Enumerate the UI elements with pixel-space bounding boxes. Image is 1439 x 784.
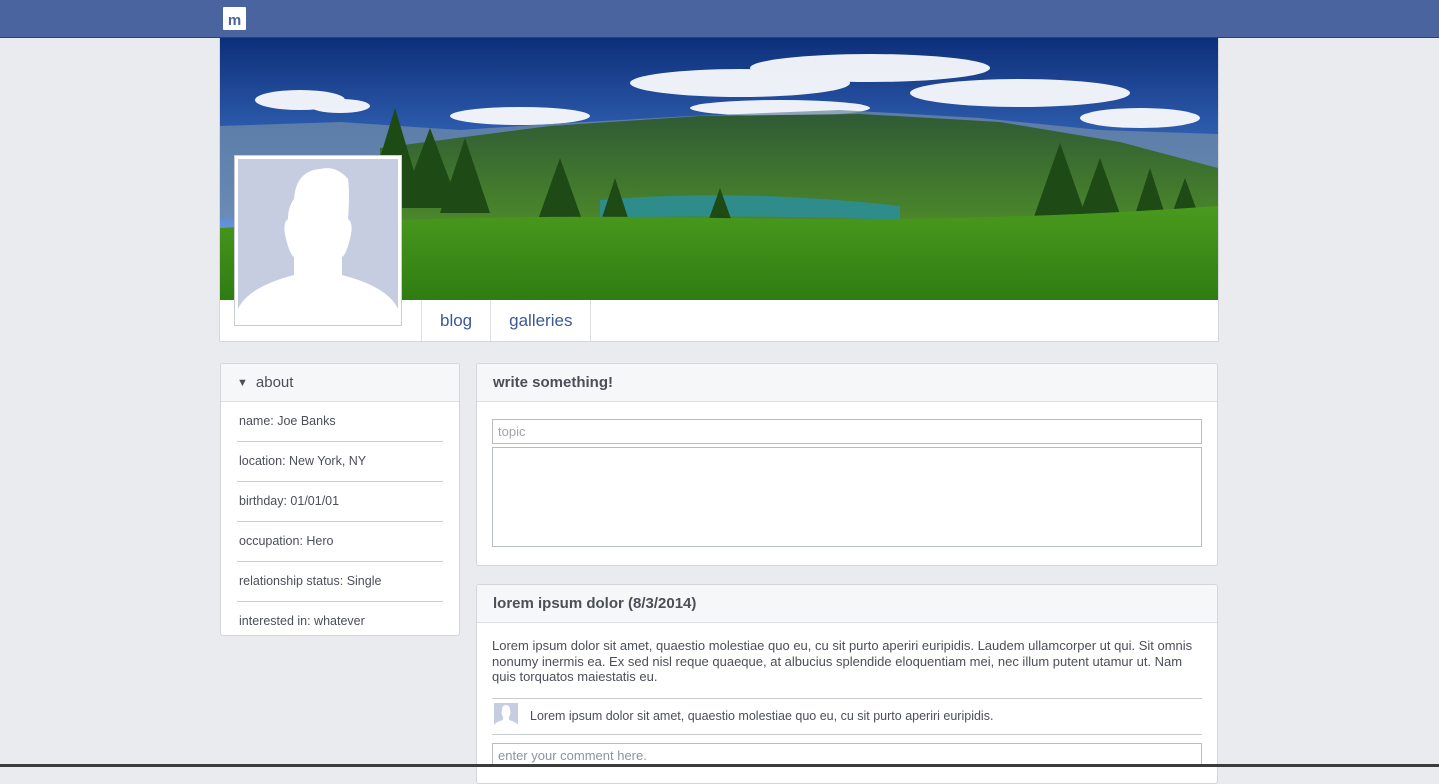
about-item-relationship: relationship status: Single	[237, 562, 443, 602]
topic-input[interactable]	[492, 419, 1202, 444]
default-avatar-silhouette-icon	[238, 159, 398, 322]
comment-row: Lorem ipsum dolor sit amet, quaestio mol…	[492, 698, 1202, 735]
about-item-location: location: New York, NY	[237, 442, 443, 482]
about-list: name: Joe Banks location: New York, NY b…	[221, 402, 459, 635]
about-item-name: name: Joe Banks	[237, 402, 443, 442]
about-title: about	[255, 374, 294, 391]
about-header[interactable]: ▼ about	[221, 364, 459, 402]
compose-title: write something!	[477, 364, 1217, 402]
profile-header: blog galleries	[219, 38, 1219, 342]
comment-avatar-icon	[494, 703, 518, 727]
about-item-birthday: birthday: 01/01/01	[237, 482, 443, 522]
about-panel: ▼ about name: Joe Banks location: New Yor…	[220, 363, 460, 636]
top-navigation-bar: m	[0, 0, 1439, 38]
about-item-occupation: occupation: Hero	[237, 522, 443, 562]
logo-icon[interactable]: m	[223, 7, 246, 30]
comment-text: Lorem ipsum dolor sit amet, quaestio mol…	[530, 709, 994, 723]
about-item-interested-in: interested in: whatever	[239, 614, 365, 628]
tab-galleries[interactable]: galleries	[490, 300, 592, 341]
compose-panel: write something!	[476, 363, 1218, 566]
blog-post: lorem ipsum dolor (8/3/2014) Lorem ipsum…	[476, 584, 1218, 784]
profile-tabs: blog galleries	[421, 300, 592, 341]
logo-letter: m	[227, 12, 242, 29]
triangle-down-icon: ▼	[237, 377, 248, 389]
tab-blog[interactable]: blog	[421, 300, 490, 341]
post-title: lorem ipsum dolor (8/3/2014)	[477, 585, 1217, 623]
post-body: Lorem ipsum dolor sit amet, quaestio mol…	[492, 638, 1193, 684]
post-body-textarea[interactable]	[492, 447, 1202, 547]
profile-avatar[interactable]	[234, 155, 402, 326]
